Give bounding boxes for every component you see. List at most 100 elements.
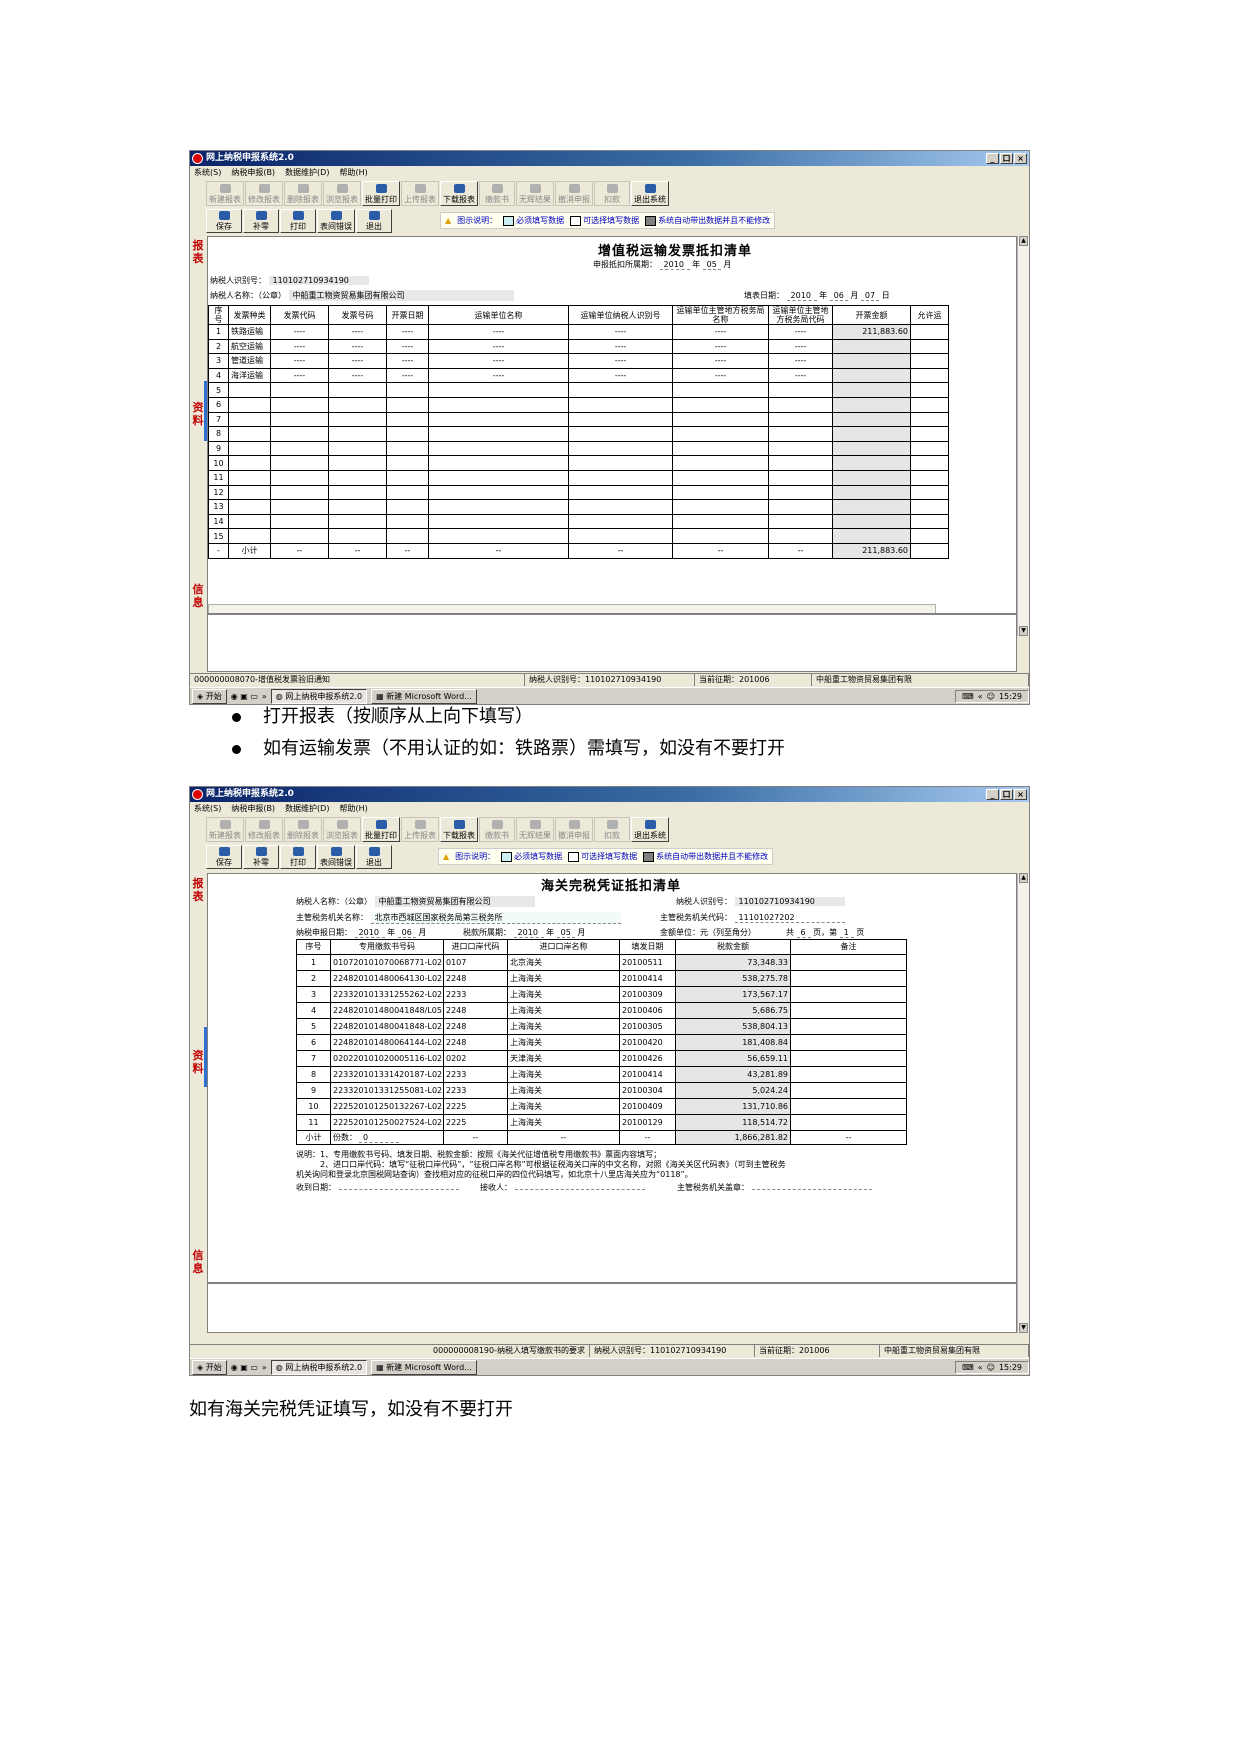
table-cell[interactable] [910,426,949,442]
table-cell[interactable] [790,1097,907,1115]
table-cell[interactable]: ---- [768,367,833,384]
table-cell[interactable]: 上海海关 [507,985,620,1003]
table-cell[interactable]: 010720101070068771-L02 [330,953,444,971]
report-button-4[interactable]: 退出 [356,845,392,869]
table-cell[interactable] [832,469,911,486]
page-number[interactable]: 1 [839,928,854,938]
table-cell[interactable] [768,528,833,544]
table-cell[interactable]: 223320101331420187-L02 [330,1065,444,1083]
table-cell[interactable] [910,440,949,457]
keyboard-icon[interactable]: ⌨ [962,692,974,701]
receive-date-field[interactable] [338,1189,459,1190]
table-cell[interactable] [270,499,329,515]
table-cell[interactable] [270,455,329,471]
table-cell[interactable]: 222520101250132267-L02 [330,1097,444,1115]
table-cell[interactable] [328,426,387,442]
table-cell[interactable]: 20100309 [619,985,676,1003]
table-cell[interactable]: 2248 [443,1017,508,1035]
period-year[interactable]: 2010 [659,260,690,270]
report-button-2[interactable]: 打印 [280,209,316,233]
table-cell[interactable] [270,382,329,398]
table-cell[interactable]: 上海海关 [507,1097,620,1115]
table-cell[interactable] [790,1049,907,1067]
table-cell[interactable] [910,455,949,471]
table-cell[interactable]: 20100129 [619,1113,676,1131]
table-cell[interactable] [428,382,569,398]
table-cell[interactable]: ---- [428,338,569,355]
scroll-up-arrow[interactable]: ▲ [1019,236,1028,246]
receiver-field[interactable] [514,1189,645,1190]
table-cell[interactable] [910,353,949,369]
table-cell[interactable]: ---- [672,367,769,384]
table-cell[interactable] [768,426,833,442]
tax-year[interactable]: 2010 [513,928,544,938]
toolbar-button-6[interactable]: 下载报表 [440,181,478,206]
toolbar-button-9[interactable]: 撤消申报 [555,817,593,842]
vertical-scrollbar[interactable]: ▲ ▼ [1017,873,1029,1333]
table-cell[interactable] [568,382,673,398]
table-cell[interactable] [832,455,911,471]
table-cell[interactable]: 223320101331255262-L02 [330,985,444,1003]
fill-day[interactable]: 07 [860,291,880,301]
table-cell[interactable] [386,426,429,442]
table-cell[interactable] [672,455,769,471]
minimize-button[interactable]: _ [986,789,999,800]
table-cell[interactable]: ---- [386,338,429,355]
table-cell[interactable]: ---- [328,353,387,369]
table-cell[interactable] [428,426,569,442]
report-button-4[interactable]: 退出 [356,209,392,233]
table-cell[interactable] [328,396,387,413]
bureau-code[interactable]: 11101027202 [734,913,845,923]
table-cell[interactable] [328,440,387,457]
table-cell[interactable]: ---- [428,353,569,369]
table-cell[interactable] [768,455,833,471]
table-cell[interactable]: 上海海关 [507,1065,620,1083]
tax-month[interactable]: 05 [556,928,575,938]
table-cell[interactable]: 224820101480064130-L02 [330,969,444,987]
table-cell[interactable]: 224820101480041848/L05 [330,1001,444,1019]
table-cell[interactable] [568,440,673,457]
table-cell[interactable] [386,469,429,486]
tray-arrows[interactable]: « [978,1363,983,1372]
toolbar-button-1[interactable]: 修改报表 [245,817,283,842]
table-cell[interactable]: ---- [568,367,673,384]
table-cell[interactable] [568,426,673,442]
table-cell[interactable]: 224820101480064144-L02 [330,1033,444,1051]
report-button-3[interactable]: 表间错误 [317,209,355,233]
table-cell[interactable]: ---- [428,367,569,384]
table-cell[interactable] [790,1017,907,1035]
table-cell[interactable] [832,367,911,384]
table-cell[interactable] [270,484,329,501]
table-cell[interactable]: 上海海关 [507,1001,620,1019]
table-cell[interactable]: ---- [672,324,769,340]
toolbar-button-7[interactable]: 缴款书 [479,817,515,842]
table-cell[interactable] [790,1081,907,1099]
table-cell[interactable]: 20100511 [619,953,676,971]
toolbar-button-6[interactable]: 下载报表 [440,817,478,842]
table-cell[interactable]: 2225 [443,1097,508,1115]
table-cell[interactable] [672,382,769,398]
table-cell[interactable] [568,411,673,428]
close-button[interactable]: × [1014,789,1027,800]
table-cell[interactable]: ---- [672,338,769,355]
toolbar-button-4[interactable]: 批量打印 [362,817,400,842]
side-label-message[interactable]: 信息 [190,1249,206,1275]
table-cell[interactable] [832,513,911,530]
tray-app-icon[interactable]: ☺ [987,692,995,701]
table-cell[interactable] [768,440,833,457]
declare-month[interactable]: 06 [397,928,416,938]
table-cell[interactable]: 2225 [443,1113,508,1131]
toolbar-button-5[interactable]: 上传报表 [401,181,439,206]
toolbar-button-8[interactable]: 无辉结果 [516,817,554,842]
table-cell[interactable]: 上海海关 [507,1033,620,1051]
declare-year[interactable]: 2010 [354,928,385,938]
table-cell[interactable]: 2248 [443,1001,508,1019]
table-cell[interactable]: ---- [328,367,387,384]
menu-help[interactable]: 帮助(H) [339,166,367,179]
table-cell[interactable] [910,469,949,486]
table-cell[interactable]: ---- [270,338,329,355]
start-button[interactable]: ◈ 开始 [192,689,227,704]
table-cell[interactable] [832,382,911,398]
table-cell[interactable] [386,411,429,428]
toolbar-button-4[interactable]: 批量打印 [362,181,400,206]
